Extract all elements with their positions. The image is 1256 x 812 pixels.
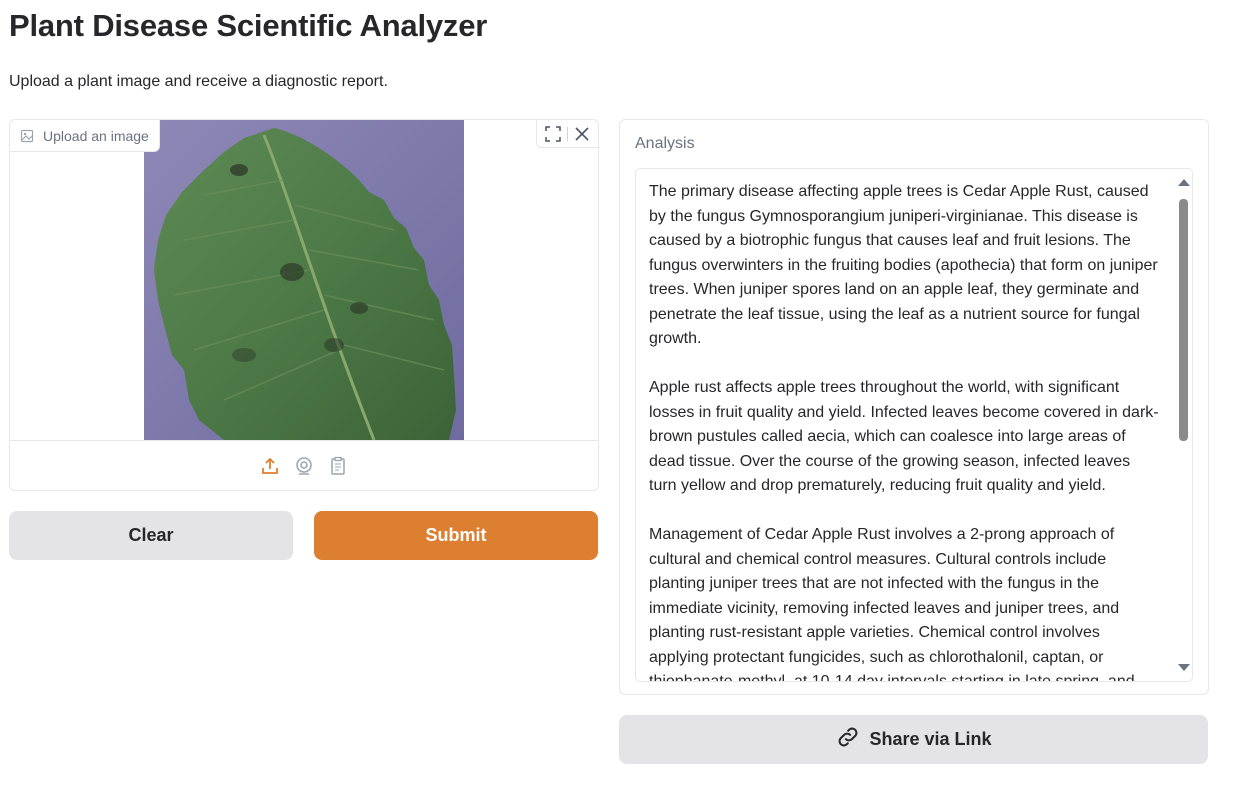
scroll-down-arrow-icon[interactable] <box>1178 664 1190 671</box>
leaf-image <box>144 120 464 440</box>
image-preview <box>10 120 598 440</box>
image-input-label-text: Upload an image <box>43 127 149 144</box>
scroll-up-arrow-icon[interactable] <box>1178 179 1190 186</box>
webcam-icon[interactable] <box>293 455 315 477</box>
analysis-text: The primary disease affecting apple tree… <box>649 180 1159 682</box>
upload-icon[interactable] <box>259 455 281 477</box>
analysis-paragraph: Apple rust affects apple trees throughou… <box>649 379 1159 494</box>
share-via-link-button[interactable]: Share via Link <box>619 715 1208 764</box>
image-icon <box>20 129 34 143</box>
image-actions <box>536 120 598 148</box>
clipboard-icon[interactable] <box>327 455 349 477</box>
image-source-bar <box>10 440 598 490</box>
page: Plant Disease Scientific Analyzer Upload… <box>0 0 1256 812</box>
scrollbar[interactable] <box>1176 169 1192 681</box>
close-icon[interactable] <box>570 122 594 146</box>
analysis-paragraph: Management of Cedar Apple Rust involves … <box>649 526 1135 682</box>
page-subtitle: Upload a plant image and receive a diagn… <box>9 73 388 90</box>
scrollbar-thumb[interactable] <box>1179 199 1188 441</box>
analysis-textbox[interactable]: The primary disease affecting apple tree… <box>635 168 1193 682</box>
page-title: Plant Disease Scientific Analyzer <box>9 8 488 43</box>
analysis-label: Analysis <box>635 135 695 152</box>
submit-button[interactable]: Submit <box>314 511 598 560</box>
analysis-paragraph: The primary disease affecting apple tree… <box>649 183 1158 347</box>
image-upload-block[interactable]: Upload an image <box>9 119 599 491</box>
link-icon <box>835 724 861 755</box>
share-button-label: Share via Link <box>869 729 992 749</box>
analysis-panel: Analysis The primary disease affecting a… <box>619 119 1209 695</box>
clear-button[interactable]: Clear <box>9 511 293 560</box>
fullscreen-icon[interactable] <box>541 122 565 146</box>
image-input-label: Upload an image <box>10 120 160 152</box>
divider <box>567 126 568 141</box>
